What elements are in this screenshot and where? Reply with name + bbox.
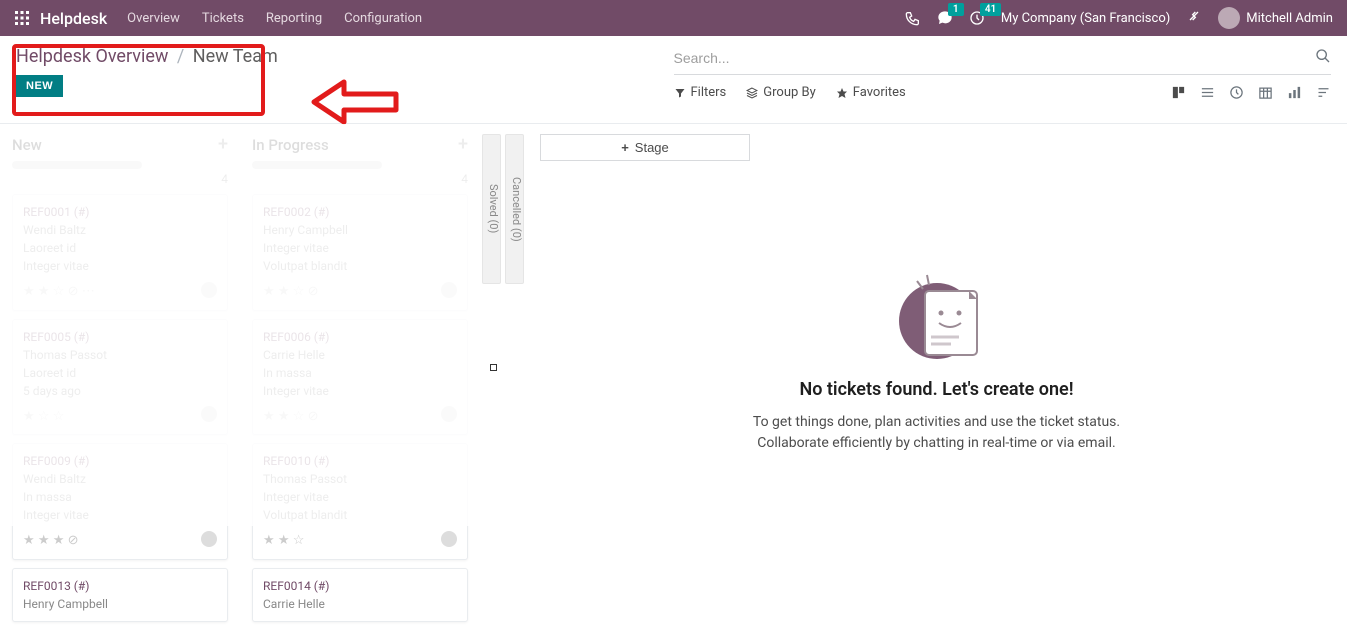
avatar bbox=[1218, 7, 1240, 29]
messages-icon[interactable]: 1 bbox=[937, 10, 953, 26]
empty-title: No tickets found. Let's create one! bbox=[540, 379, 1333, 400]
phone-icon[interactable] bbox=[905, 10, 921, 26]
search-bar bbox=[674, 46, 1332, 75]
layers-icon bbox=[746, 87, 758, 99]
kanban-column-new: New + 4 REF0001 (#) Wendi Baltz Laoreet … bbox=[0, 124, 240, 640]
column-count: 4 bbox=[12, 172, 228, 186]
avatar-icon bbox=[441, 531, 457, 547]
company-selector[interactable]: My Company (San Francisco) bbox=[1001, 11, 1170, 26]
add-stage-button[interactable]: + Stage bbox=[540, 134, 750, 161]
main-empty-area: + Stage No tickets found. Let's create o… bbox=[526, 124, 1347, 526]
ticket-card[interactable]: REF0002 (#) Henry Campbell Integer vitae… bbox=[252, 194, 468, 311]
column-count: 4 bbox=[252, 172, 468, 186]
nav-overview[interactable]: Overview bbox=[127, 11, 180, 26]
new-button[interactable]: NEW bbox=[16, 75, 63, 97]
funnel-icon bbox=[674, 87, 686, 99]
progress-bar bbox=[252, 161, 382, 169]
view-switcher bbox=[1171, 85, 1331, 100]
priority-stars-icon: ★ ★ ☆ ⊘ ⋯ bbox=[23, 282, 95, 302]
resize-handle-icon bbox=[490, 364, 497, 371]
apps-icon[interactable] bbox=[14, 10, 30, 26]
priority-stars-icon: ★ ☆ ☆ bbox=[23, 407, 64, 427]
priority-stars-icon: ★ ★ ☆ bbox=[263, 531, 304, 551]
control-panel: Helpdesk Overview / New Team NEW Filters bbox=[0, 36, 1347, 124]
priority-stars-icon: ★ ★ ☆ ⊘ bbox=[263, 407, 319, 427]
kanban-board: New + 4 REF0001 (#) Wendi Baltz Laoreet … bbox=[0, 124, 1347, 526]
calendar-view-icon[interactable] bbox=[1258, 85, 1273, 100]
groupby-label: Group By bbox=[763, 85, 816, 100]
filter-bar: Filters Group By Favorites bbox=[674, 85, 906, 100]
ticket-card[interactable]: REF0005 (#) Thomas Passot Laoreet id 5 d… bbox=[12, 319, 228, 436]
empty-line2: Collaborate efficiently by chatting in r… bbox=[540, 433, 1333, 454]
kanban-column-inprogress: In Progress + 4 REF0002 (#) Henry Campbe… bbox=[240, 124, 480, 640]
collapsed-stages: Solved (0) Cancelled (0) bbox=[480, 124, 526, 526]
ticket-card[interactable]: REF0010 (#) Thomas Passot Integer vitae … bbox=[252, 443, 468, 560]
progress-bar bbox=[12, 161, 142, 169]
navbar-right: 1 41 My Company (San Francisco) Mitchell… bbox=[905, 7, 1333, 29]
nav-tickets[interactable]: Tickets bbox=[202, 11, 244, 26]
ticket-card[interactable]: REF0009 (#) Wendi Baltz In massa Integer… bbox=[12, 443, 228, 560]
filters-label: Filters bbox=[691, 85, 727, 100]
avatar-icon bbox=[201, 282, 217, 298]
column-title: In Progress bbox=[252, 136, 329, 154]
column-title: New bbox=[12, 136, 42, 154]
favorites-button[interactable]: Favorites bbox=[836, 85, 906, 100]
kanban-view-icon[interactable] bbox=[1171, 85, 1186, 100]
avatar-icon bbox=[201, 531, 217, 547]
breadcrumb-current: New Team bbox=[193, 46, 278, 67]
breadcrumb-sep: / bbox=[177, 46, 184, 67]
ticket-card[interactable]: REF0013 (#) Henry Campbell bbox=[12, 568, 228, 622]
favorites-label: Favorites bbox=[853, 85, 906, 100]
breadcrumb: Helpdesk Overview / New Team bbox=[16, 46, 674, 67]
collapsed-stage-cancelled[interactable]: Cancelled (0) bbox=[505, 134, 524, 284]
avatar-icon bbox=[441, 282, 457, 298]
star-icon bbox=[836, 87, 848, 99]
user-menu[interactable]: Mitchell Admin bbox=[1218, 7, 1333, 29]
collapsed-stage-solved[interactable]: Solved (0) bbox=[482, 134, 501, 284]
avatar-icon bbox=[201, 406, 217, 422]
search-icon[interactable] bbox=[1315, 48, 1331, 68]
stage-label: Stage bbox=[635, 140, 669, 155]
filters-button[interactable]: Filters bbox=[674, 85, 727, 100]
graph-view-icon[interactable] bbox=[1316, 85, 1331, 100]
ticket-card[interactable]: REF0006 (#) Carrie Helle In massa Intege… bbox=[252, 319, 468, 436]
priority-stars-icon: ★ ★ ★ ⊘ bbox=[23, 531, 79, 551]
nav-reporting[interactable]: Reporting bbox=[266, 11, 322, 26]
empty-line1: To get things done, plan activities and … bbox=[540, 412, 1333, 433]
debug-icon[interactable] bbox=[1186, 8, 1202, 28]
messages-badge: 1 bbox=[948, 3, 964, 16]
brand-title[interactable]: Helpdesk bbox=[40, 9, 107, 28]
ticket-card[interactable]: REF0001 (#) Wendi Baltz Laoreet id Integ… bbox=[12, 194, 228, 311]
pivot-view-icon[interactable] bbox=[1287, 85, 1302, 100]
user-name: Mitchell Admin bbox=[1246, 11, 1333, 26]
activities-icon[interactable]: 41 bbox=[969, 10, 985, 26]
groupby-button[interactable]: Group By bbox=[746, 85, 816, 100]
activity-view-icon[interactable] bbox=[1229, 85, 1244, 100]
nav-menu: Overview Tickets Reporting Configuration bbox=[127, 11, 422, 26]
empty-state-illustration-icon bbox=[887, 261, 987, 361]
nav-configuration[interactable]: Configuration bbox=[344, 11, 422, 26]
priority-stars-icon: ★ ★ ☆ ⊘ bbox=[263, 282, 319, 302]
plus-icon: + bbox=[621, 140, 629, 155]
breadcrumb-link[interactable]: Helpdesk Overview bbox=[16, 46, 168, 67]
add-card-icon[interactable]: + bbox=[458, 134, 468, 155]
top-navbar: Helpdesk Overview Tickets Reporting Conf… bbox=[0, 0, 1347, 36]
add-card-icon[interactable]: + bbox=[218, 134, 228, 155]
faded-background-columns: New + 4 REF0001 (#) Wendi Baltz Laoreet … bbox=[0, 124, 480, 526]
activities-badge: 41 bbox=[980, 3, 1001, 16]
ticket-card[interactable]: REF0014 (#) Carrie Helle bbox=[252, 568, 468, 622]
list-view-icon[interactable] bbox=[1200, 85, 1215, 100]
avatar-icon bbox=[441, 406, 457, 422]
search-input[interactable] bbox=[674, 46, 1316, 70]
